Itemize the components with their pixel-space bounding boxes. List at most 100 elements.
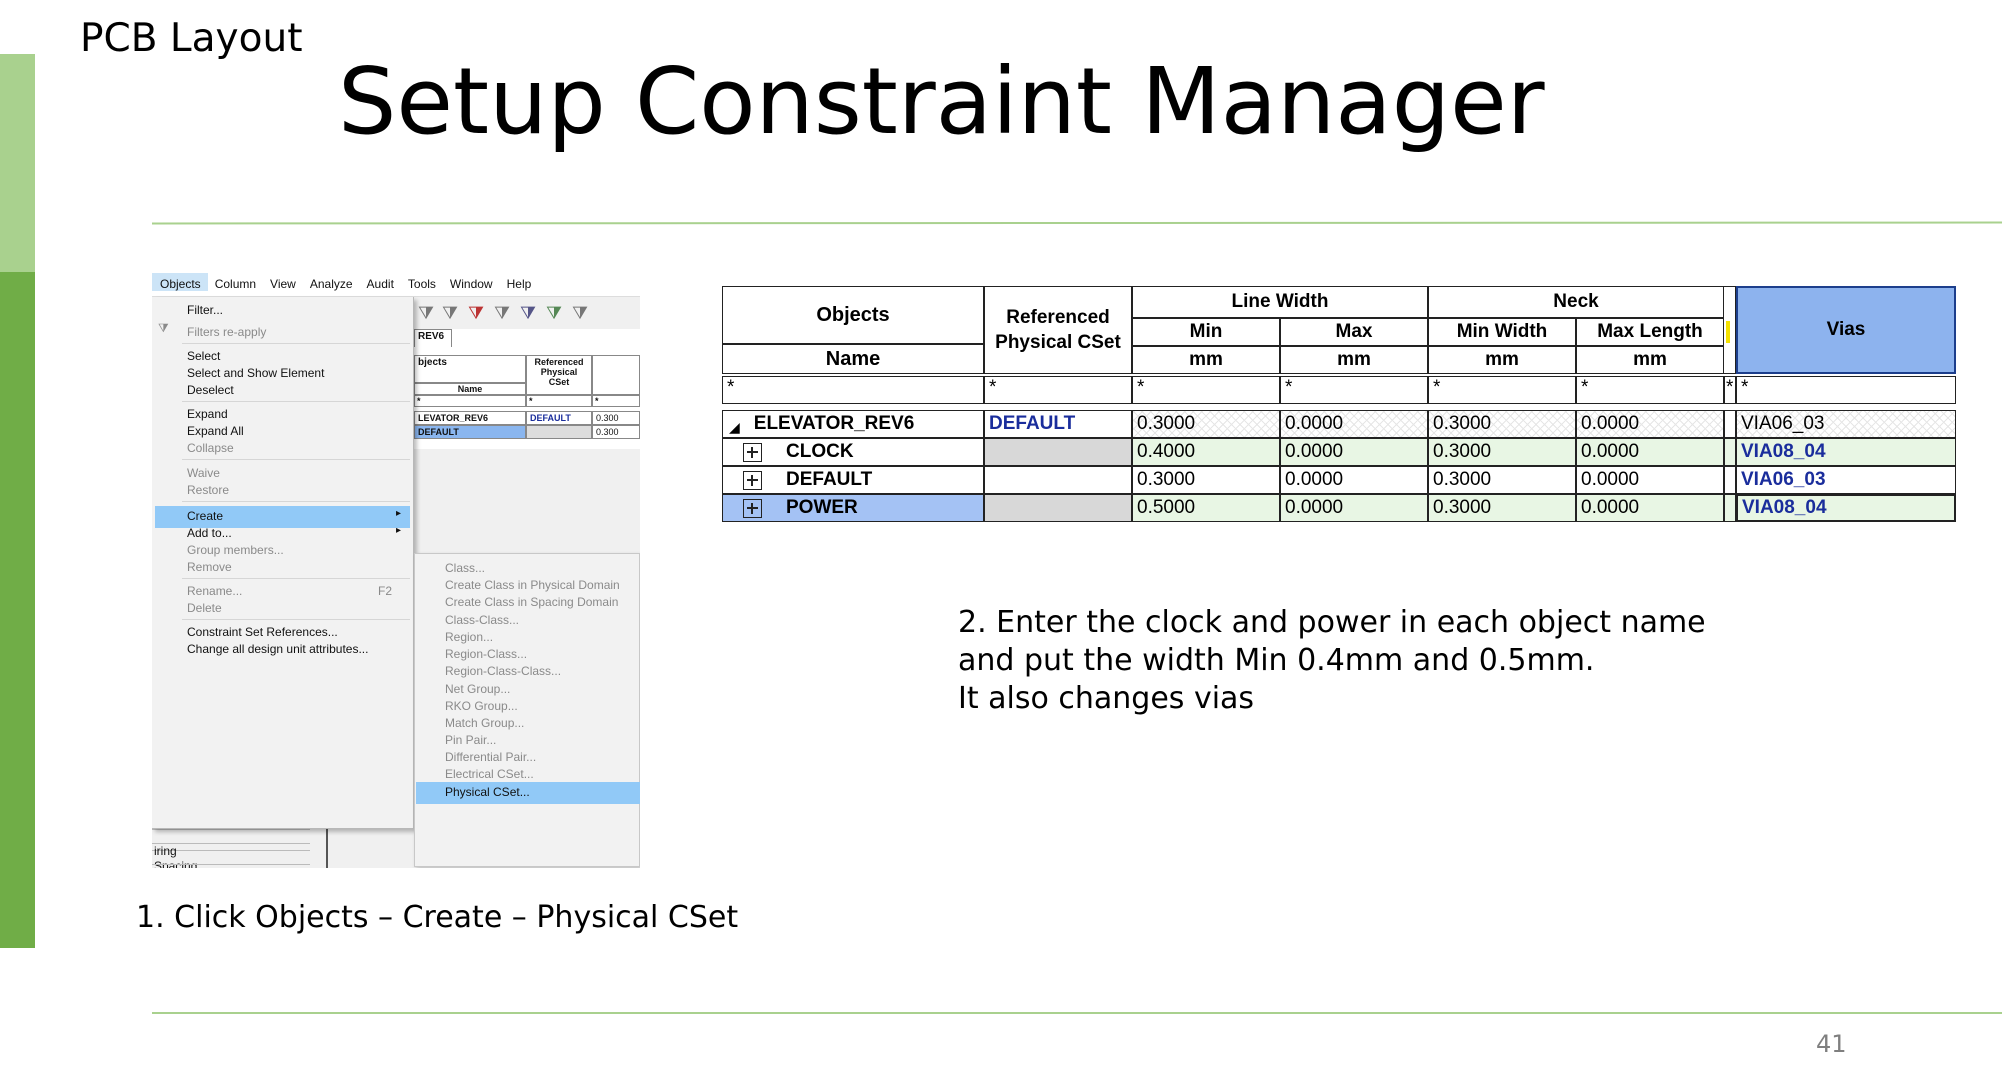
cell-lw-min[interactable]: 0.3000 <box>1132 466 1280 494</box>
menu-item-change-units[interactable]: Change all design unit attributes... <box>187 642 368 656</box>
expand-plus-icon[interactable] <box>743 442 762 462</box>
menu-item-expand[interactable]: Expand <box>187 407 228 421</box>
hidden-column-edge <box>1724 286 1736 374</box>
menu-item-select-show[interactable]: Select and Show Element <box>187 366 324 380</box>
menu-analyze[interactable]: Analyze <box>303 273 360 291</box>
collapse-triangle-icon[interactable]: ◢ <box>729 419 740 436</box>
cell-vias[interactable]: VIA08_04 <box>1736 494 1956 522</box>
row-default-name[interactable]: DEFAULT <box>722 466 984 494</box>
bg-filter[interactable]: * <box>526 395 592 407</box>
filter-icon[interactable]: ⧩ <box>494 303 516 325</box>
menu-item-rename: Rename... <box>187 584 243 598</box>
menu-tools[interactable]: Tools <box>401 273 443 291</box>
filter-neck-min[interactable]: * <box>1428 376 1576 404</box>
cell-neck-max[interactable]: 0.0000 <box>1576 466 1724 494</box>
cell-lw-min[interactable]: 0.4000 <box>1132 438 1280 466</box>
row-clock-ref[interactable] <box>984 438 1132 466</box>
header-unit: mm <box>1280 346 1428 374</box>
menu-item-cset-references[interactable]: Constraint Set References... <box>187 625 338 639</box>
filter-icon[interactable]: ⧩ <box>418 303 440 325</box>
menu-item-select[interactable]: Select <box>187 349 220 363</box>
submenu-item-pin-pair[interactable]: Pin Pair... <box>445 733 496 747</box>
pane-item-wiring[interactable]: iring <box>152 843 310 865</box>
filter-vias[interactable]: * <box>1736 376 1956 404</box>
menu-column[interactable]: Column <box>208 273 263 291</box>
expand-plus-icon[interactable] <box>743 498 762 518</box>
cell-neck-max[interactable]: 0.0000 <box>1576 410 1724 438</box>
expand-plus-icon[interactable] <box>743 470 762 490</box>
divider-bottom <box>152 1012 2002 1014</box>
pane-splitter <box>326 829 328 868</box>
cell-lw-max[interactable]: 0.0000 <box>1280 438 1428 466</box>
menu-window[interactable]: Window <box>443 273 500 291</box>
cell-lw-min[interactable]: 0.3000 <box>1132 410 1280 438</box>
submenu-item-class-spacing[interactable]: Create Class in Spacing Domain <box>445 595 618 609</box>
header-vias[interactable]: Vias <box>1736 286 1956 374</box>
cell-neck-min[interactable]: 0.3000 <box>1428 494 1576 522</box>
submenu-item-match-group[interactable]: Match Group... <box>445 716 524 730</box>
submenu-item-region-class-class[interactable]: Region-Class-Class... <box>445 664 561 678</box>
filter-ref[interactable]: * <box>984 376 1132 404</box>
filter-icon[interactable]: ⧩ <box>546 303 568 325</box>
divider-top <box>151 221 2002 225</box>
cell-neck-max[interactable]: 0.0000 <box>1576 494 1724 522</box>
submenu-item-class-class[interactable]: Class-Class... <box>445 613 519 627</box>
submenu-item-region-class[interactable]: Region-Class... <box>445 647 527 661</box>
row-design-ref[interactable]: DEFAULT <box>984 410 1132 438</box>
tab-rev6[interactable]: REV6 <box>414 329 452 347</box>
submenu-item-diff-pair[interactable]: Differential Pair... <box>445 750 536 764</box>
menu-item-filter[interactable]: Filter... <box>187 303 223 317</box>
menu-item-waive: Waive <box>187 466 220 480</box>
menu-item-expand-all[interactable]: Expand All <box>187 424 244 438</box>
submenu-item-class[interactable]: Class... <box>445 561 485 575</box>
bg-filter[interactable]: * <box>414 395 526 407</box>
cell-neck-min[interactable]: 0.3000 <box>1428 466 1576 494</box>
submenu-item-electrical-cset[interactable]: Electrical CSet... <box>445 767 534 781</box>
cell-neck-min[interactable]: 0.3000 <box>1428 438 1576 466</box>
cell-neck-max[interactable]: 0.0000 <box>1576 438 1724 466</box>
menu-item-deselect[interactable]: Deselect <box>187 383 234 397</box>
submenu-item-physical-cset[interactable]: Physical CSet... <box>445 785 530 799</box>
menu-item-create[interactable]: Create <box>187 509 223 523</box>
cell-lw-min[interactable]: 0.5000 <box>1132 494 1280 522</box>
menu-objects[interactable]: Objects <box>152 273 208 291</box>
row-clock-name[interactable]: CLOCK <box>722 438 984 466</box>
bg-row-ref[interactable]: DEFAULT <box>526 411 592 425</box>
filter-icon[interactable]: ⧩ <box>572 303 594 325</box>
filter-lw-max[interactable]: * <box>1280 376 1428 404</box>
submenu-item-region[interactable]: Region... <box>445 630 493 644</box>
bg-row-name[interactable]: LEVATOR_REV6 <box>414 411 526 425</box>
filter-remove-icon[interactable]: ⧩ <box>468 303 490 325</box>
bg-row-name[interactable]: DEFAULT <box>414 425 526 439</box>
cell-vias[interactable]: VIA08_04 <box>1736 438 1956 466</box>
cell-lw-max[interactable]: 0.0000 <box>1280 494 1428 522</box>
filter-name[interactable]: * <box>722 376 984 404</box>
bg-row-val[interactable]: 0.300 <box>592 425 640 439</box>
cell-vias[interactable]: VIA06_03 <box>1736 410 1956 438</box>
filter-icon[interactable]: ⧩ <box>442 303 464 325</box>
filter-icon[interactable]: ⧩ <box>520 303 542 325</box>
row-power-name[interactable]: POWER <box>722 494 984 522</box>
filter-hidden[interactable]: * <box>1724 376 1736 404</box>
bg-filter[interactable]: * <box>592 395 640 407</box>
row-power-ref[interactable] <box>984 494 1132 522</box>
menu-audit[interactable]: Audit <box>360 273 401 291</box>
submenu-item-net-group[interactable]: Net Group... <box>445 682 510 696</box>
menu-item-add-to[interactable]: Add to... <box>187 526 232 540</box>
cell-lw-max[interactable]: 0.0000 <box>1280 466 1428 494</box>
menu-help[interactable]: Help <box>500 273 539 291</box>
submenu-item-class-physical[interactable]: Create Class in Physical Domain <box>445 578 620 592</box>
filter-neck-max[interactable]: * <box>1576 376 1724 404</box>
row-default-ref[interactable] <box>984 466 1132 494</box>
accent-bar-dark <box>0 272 35 948</box>
submenu-item-rko-group[interactable]: RKO Group... <box>445 699 518 713</box>
caption-step-1: 1. Click Objects – Create – Physical CSe… <box>136 900 739 935</box>
bg-row-ref[interactable] <box>526 425 592 439</box>
cell-neck-min[interactable]: 0.3000 <box>1428 410 1576 438</box>
menu-view[interactable]: View <box>263 273 303 291</box>
bg-row-val[interactable]: 0.300 <box>592 411 640 425</box>
cell-lw-max[interactable]: 0.0000 <box>1280 410 1428 438</box>
filter-lw-min[interactable]: * <box>1132 376 1280 404</box>
cell-vias[interactable]: VIA06_03 <box>1736 466 1956 494</box>
row-design-name[interactable]: ◢ ELEVATOR_REV6 <box>722 410 984 438</box>
